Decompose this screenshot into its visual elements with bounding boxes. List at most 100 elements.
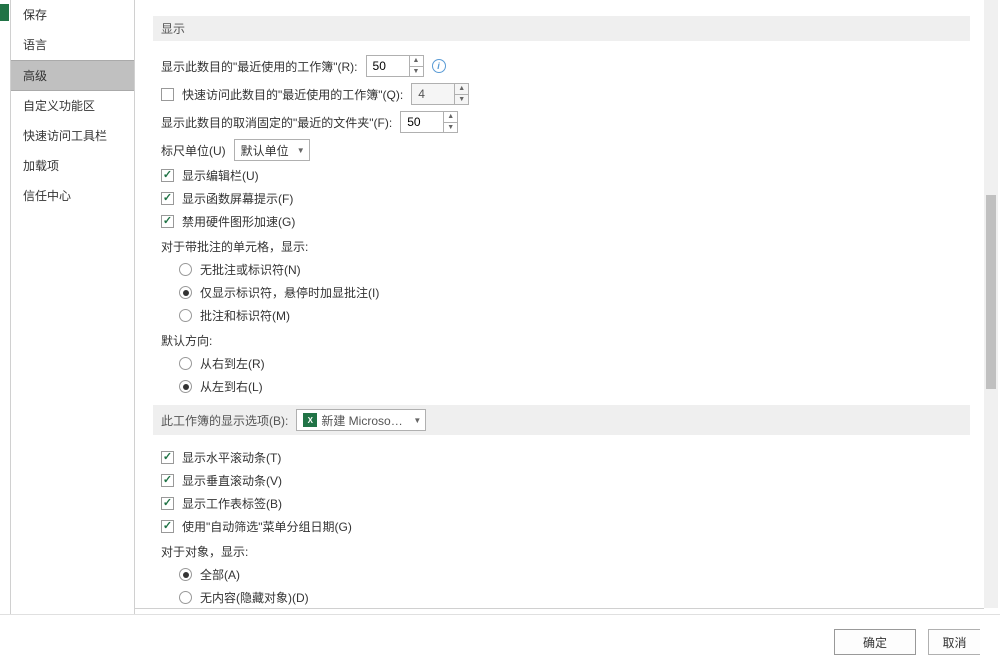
row-show-vscroll: 显示垂直滚动条(V): [153, 472, 970, 489]
radio-dir-rtl[interactable]: [179, 357, 192, 370]
row-objects-none: 无内容(隐藏对象)(D): [153, 589, 970, 606]
label-ruler-units: 标尺单位(U): [161, 142, 226, 159]
radio-dir-ltr[interactable]: [179, 380, 192, 393]
radio-objects-none[interactable]: [179, 591, 192, 604]
sidebar-item-save[interactable]: 保存: [11, 0, 134, 30]
sidebar-item-label: 信任中心: [23, 189, 71, 203]
divider: [135, 608, 984, 609]
sidebar-item-language[interactable]: 语言: [11, 30, 134, 60]
label-dir-ltr: 从左到右(L): [200, 378, 263, 395]
row-show-sheet-tabs: 显示工作表标签(B): [153, 495, 970, 512]
row-show-hscroll: 显示水平滚动条(T): [153, 449, 970, 466]
spinner-recent-workbooks[interactable]: ▲ ▼: [366, 55, 424, 77]
sidebar-item-label: 高级: [23, 69, 47, 83]
sidebar-item-customize-ribbon[interactable]: 自定义功能区: [11, 91, 134, 121]
spinner-quick-access-recent: ▲ ▼: [411, 83, 469, 105]
checkbox-show-hscroll[interactable]: [161, 451, 174, 464]
info-icon[interactable]: i: [432, 59, 446, 73]
options-content-panel: 显示 显示此数目的"最近使用的工作簿"(R): ▲ ▼ i 快速访问此数目的"最…: [135, 0, 984, 608]
options-sidebar: 保存 语言 高级 自定义功能区 快速访问工具栏 加载项 信任中心: [11, 0, 135, 630]
spinner-down-icon[interactable]: ▼: [444, 123, 457, 133]
row-comments-both: 批注和标识符(M): [153, 307, 970, 324]
select-workbook[interactable]: X 新建 Microsoft... ▼: [296, 409, 426, 431]
label-recent-folders: 显示此数目的取消固定的"最近的文件夹"(F):: [161, 114, 392, 131]
checkbox-disable-hw-accel[interactable]: [161, 215, 174, 228]
section-header-workbook-display: 此工作簿的显示选项(B): X 新建 Microsoft... ▼: [153, 405, 970, 435]
spinner-down-icon[interactable]: ▼: [410, 67, 423, 77]
spreadsheet-left-edge: 1: [0, 0, 11, 672]
radio-comments-both[interactable]: [179, 309, 192, 322]
row-show-function-tips: 显示函数屏幕提示(F): [153, 190, 970, 207]
label-objects-all: 全部(A): [200, 566, 240, 583]
input-recent-workbooks[interactable]: [367, 56, 409, 76]
vertical-scrollbar[interactable]: [984, 0, 998, 608]
excel-workbook-icon: X: [303, 413, 317, 427]
row-comments-none: 无批注或标识符(N): [153, 261, 970, 278]
row-recent-folders: 显示此数目的取消固定的"最近的文件夹"(F): ▲ ▼: [153, 111, 970, 133]
row-dir-ltr: 从左到右(L): [153, 378, 970, 395]
ok-button[interactable]: 确定: [834, 629, 916, 655]
dialog-button-bar: 确定 取消: [0, 614, 1000, 672]
chevron-down-icon: ▼: [413, 416, 421, 425]
header-objects-display: 对于对象，显示:: [153, 543, 970, 560]
sidebar-item-advanced[interactable]: 高级: [11, 60, 134, 91]
scrollbar-thumb[interactable]: [986, 195, 996, 390]
label-show-vscroll: 显示垂直滚动条(V): [182, 472, 282, 489]
label-show-hscroll: 显示水平滚动条(T): [182, 449, 281, 466]
spinner-arrows: ▲ ▼: [443, 112, 457, 132]
spinner-arrows: ▲ ▼: [454, 84, 468, 104]
cancel-button[interactable]: 取消: [928, 629, 980, 655]
label-objects-none: 无内容(隐藏对象)(D): [200, 589, 309, 606]
header-comments-display: 对于带批注的单元格，显示:: [153, 238, 970, 255]
spinner-recent-folders[interactable]: ▲ ▼: [400, 111, 458, 133]
checkbox-show-vscroll[interactable]: [161, 474, 174, 487]
checkbox-show-function-tips[interactable]: [161, 192, 174, 205]
spinner-arrows: ▲ ▼: [409, 56, 423, 76]
spinner-up-icon[interactable]: ▲: [410, 56, 423, 67]
checkbox-autofilter-group[interactable]: [161, 520, 174, 533]
label-quick-access-recent: 快速访问此数目的"最近使用的工作簿"(Q):: [182, 86, 403, 103]
sidebar-item-label: 保存: [23, 8, 47, 22]
button-label: 取消: [942, 634, 966, 651]
input-recent-folders[interactable]: [401, 112, 443, 132]
label-show-sheet-tabs: 显示工作表标签(B): [182, 495, 282, 512]
row-recent-workbooks: 显示此数目的"最近使用的工作簿"(R): ▲ ▼ i: [153, 55, 970, 77]
radio-comments-indicator[interactable]: [179, 286, 192, 299]
spinner-up-icon[interactable]: ▲: [444, 112, 457, 123]
chevron-down-icon: ▼: [297, 146, 305, 155]
checkbox-show-formula-bar[interactable]: [161, 169, 174, 182]
button-label: 确定: [863, 634, 887, 651]
row-disable-hw-accel: 禁用硬件图形加速(G): [153, 213, 970, 230]
select-value: 默认单位: [241, 142, 289, 159]
section-title: 显示: [161, 20, 185, 37]
row-dir-rtl: 从右到左(R): [153, 355, 970, 372]
row-quick-access-recent: 快速访问此数目的"最近使用的工作簿"(Q): ▲ ▼: [153, 83, 970, 105]
radio-comments-none[interactable]: [179, 263, 192, 276]
checkbox-show-sheet-tabs[interactable]: [161, 497, 174, 510]
sidebar-item-label: 快速访问工具栏: [23, 129, 107, 143]
label-disable-hw-accel: 禁用硬件图形加速(G): [182, 213, 295, 230]
checkbox-quick-access-recent[interactable]: [161, 88, 174, 101]
sidebar-item-trust-center[interactable]: 信任中心: [11, 181, 134, 211]
row-autofilter-group: 使用"自动筛选"菜单分组日期(G): [153, 518, 970, 535]
label-show-function-tips: 显示函数屏幕提示(F): [182, 190, 293, 207]
sidebar-item-label: 自定义功能区: [23, 99, 95, 113]
sidebar-item-label: 语言: [23, 38, 47, 52]
row-ruler-units: 标尺单位(U) 默认单位 ▼: [153, 139, 970, 161]
label-comments-indicator: 仅显示标识符，悬停时加显批注(I): [200, 284, 379, 301]
input-quick-access-recent: [412, 84, 454, 104]
sidebar-item-quick-access-toolbar[interactable]: 快速访问工具栏: [11, 121, 134, 151]
row-header-cell: [0, 4, 9, 21]
label-show-formula-bar: 显示编辑栏(U): [182, 167, 259, 184]
sidebar-item-addins[interactable]: 加载项: [11, 151, 134, 181]
select-value: 新建 Microsoft...: [321, 412, 405, 429]
row-objects-all: 全部(A): [153, 566, 970, 583]
row-comments-indicator: 仅显示标识符，悬停时加显批注(I): [153, 284, 970, 301]
header-default-direction: 默认方向:: [153, 332, 970, 349]
section-header-display: 显示: [153, 16, 970, 41]
label-autofilter-group: 使用"自动筛选"菜单分组日期(G): [182, 518, 352, 535]
section-title: 此工作簿的显示选项(B):: [161, 412, 288, 429]
radio-objects-all[interactable]: [179, 568, 192, 581]
select-ruler-units[interactable]: 默认单位 ▼: [234, 139, 310, 161]
sidebar-item-label: 加载项: [23, 159, 59, 173]
